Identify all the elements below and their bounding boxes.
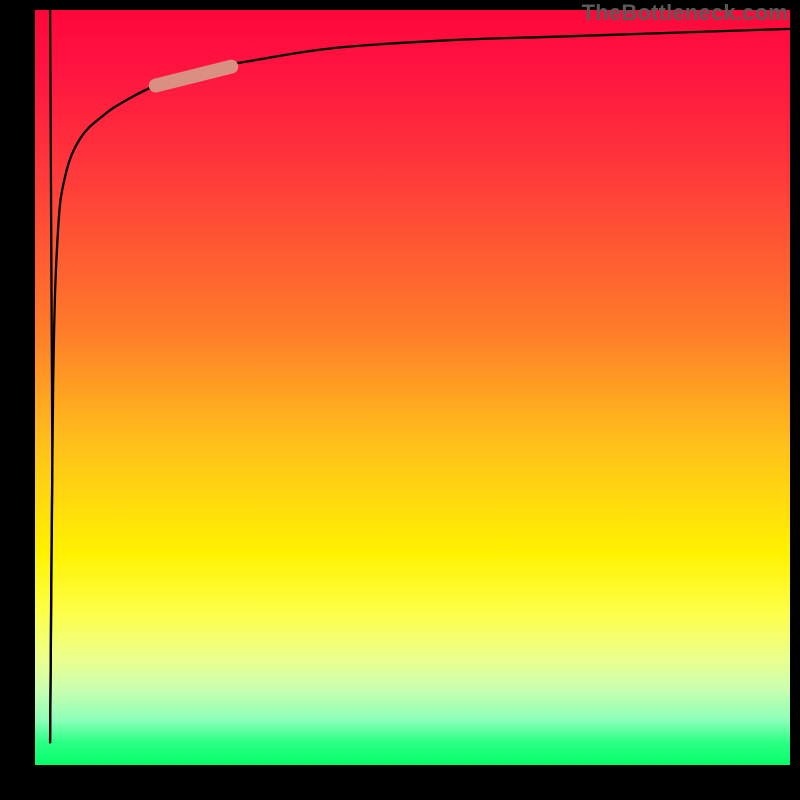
- plot-area: [35, 10, 790, 765]
- initial-drop: [50, 10, 52, 742]
- chart-frame: TheBottleneck.com: [0, 0, 800, 800]
- attribution-label: TheBottleneck.com: [582, 0, 788, 26]
- highlight-segment: [156, 67, 232, 86]
- chart-svg: [35, 10, 790, 765]
- bottleneck-curve: [50, 29, 790, 742]
